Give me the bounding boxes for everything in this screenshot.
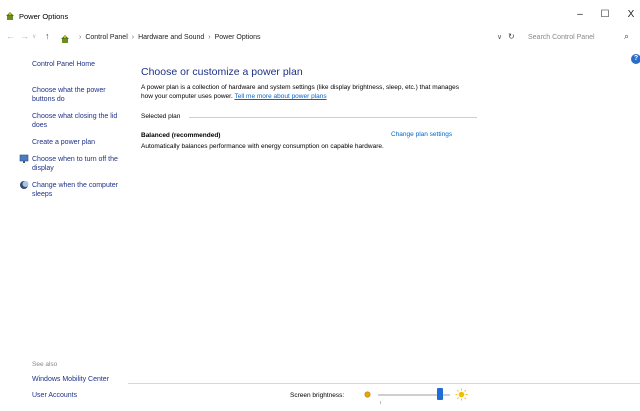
breadcrumb-hardware-and-sound[interactable]: Hardware and Sound [138,34,204,41]
sidebar-item-closing-lid[interactable]: Choose what closing the lid does [32,112,122,130]
help-icon[interactable]: ? [631,54,640,64]
breadcrumb: › Control Panel › Hardware and Sound › Power … [75,34,261,41]
selected-plan-label: Selected plan [141,113,181,120]
minimize-button[interactable]: – [567,8,593,22]
control-panel-icon [61,35,69,43]
brightness-label: Screen brightness: [290,392,345,399]
breadcrumb-separator: › [208,34,211,41]
see-also-label: See also [32,361,58,368]
section-divider [189,117,477,118]
up-arrow-icon[interactable]: ↑ [45,31,50,41]
moon-shield-icon [20,181,29,189]
plan-description: Automatically balances performance with … [141,143,384,150]
page-title: Choose or customize a power plan [141,66,303,78]
sidebar-item-create-plan[interactable]: Create a power plan [32,138,122,147]
monitor-shield-icon [19,154,29,163]
brightness-slider-thumb[interactable] [437,388,444,400]
search-icon[interactable]: ⌕ [624,31,629,42]
breadcrumb-power-options[interactable]: Power Options [215,34,261,41]
breadcrumb-separator: › [131,34,135,41]
sidebar-item-control-panel-home[interactable]: Control Panel Home [32,60,122,69]
learn-more-link[interactable]: Tell me more about power plans [234,93,326,100]
power-options-icon [6,12,14,20]
recent-locations-icon[interactable]: ∨ [32,33,36,40]
plan-name: Balanced (recommended) [141,132,221,139]
sidebar-item-turn-off-display[interactable]: Choose when to turn off the display [32,155,122,173]
dim-sun-icon [364,391,371,398]
see-also-user-accounts[interactable]: User Accounts [32,391,122,400]
refresh-icon[interactable]: ↻ [508,32,515,41]
title-bar: Power Options – ☐ X [0,0,640,26]
forward-arrow-icon[interactable]: → [20,31,29,41]
bright-sun-icon [455,388,468,401]
breadcrumb-control-panel[interactable]: Control Panel [85,34,127,41]
breadcrumb-separator: › [79,34,82,41]
back-arrow-icon[interactable]: ← [6,31,15,41]
slider-tick [380,401,381,404]
see-also-mobility-center[interactable]: Windows Mobility Center [32,375,122,384]
search-placeholder: Search Control Panel [528,34,595,41]
sidebar-item-power-buttons[interactable]: Choose what the power buttons do [32,86,122,104]
window-title: Power Options [19,12,69,21]
search-input[interactable]: Search Control Panel ⌕ [524,30,638,46]
maximize-button[interactable]: ☐ [592,8,618,22]
address-bar: ← → ∨ ↑ › Control Panel › Hardware and Soun… [0,30,640,47]
sidebar-item-computer-sleeps[interactable]: Change when the computer sleeps [32,181,122,199]
close-button[interactable]: X [618,8,640,22]
change-plan-settings-link[interactable]: Change plan settings [391,131,452,138]
address-dropdown-icon[interactable]: ∨ [497,33,502,41]
page-description: A power plan is a collection of hardware… [141,83,471,101]
sidebar: Control Panel Home Choose what the power… [0,54,125,411]
status-divider [128,383,640,384]
